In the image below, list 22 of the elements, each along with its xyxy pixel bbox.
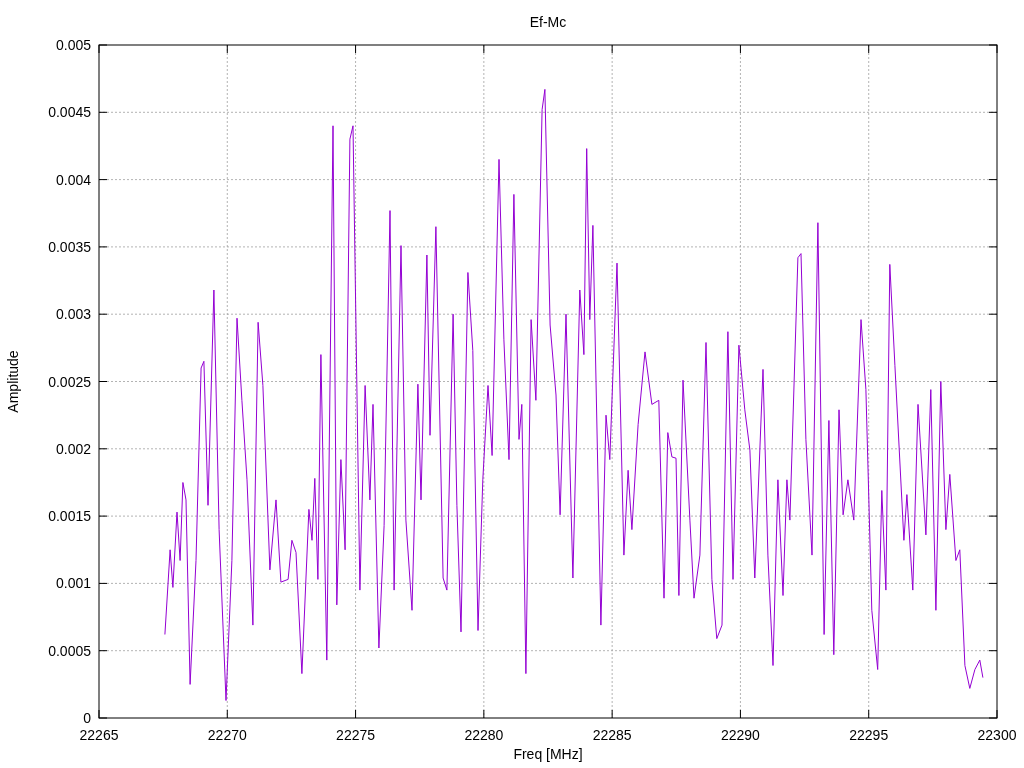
y-tick-label: 0.004 (55, 171, 91, 188)
y-tick-label: 0.0015 (48, 508, 91, 525)
y-axis-label: Amplitude (5, 350, 21, 413)
x-tick-label: 22275 (336, 727, 376, 743)
x-tick-label: 22300 (977, 727, 1017, 743)
y-tick-label: 0.0025 (48, 373, 91, 390)
x-tick-label: 22270 (207, 727, 247, 743)
x-tick-label: 22285 (592, 727, 632, 743)
x-axis-label: Freq [MHz] (513, 746, 583, 762)
x-tick-label: 22280 (464, 727, 504, 743)
y-tick-label: 0.002 (55, 440, 91, 457)
y-tick-label: 0.005 (55, 37, 91, 53)
x-tick-label: 22265 (79, 727, 119, 743)
y-tick-label: 0 (83, 710, 91, 726)
y-tick-label: 0.001 (55, 575, 91, 592)
y-tick-label: 0.003 (55, 306, 91, 323)
y-tick-label: 0.0035 (48, 238, 91, 255)
x-tick-label: 22295 (849, 727, 889, 743)
y-tick-label: 0.0005 (48, 642, 91, 659)
y-tick-label: 0.0045 (48, 104, 91, 121)
x-tick-label: 22290 (720, 727, 760, 743)
chart-title: Ef-Mc (529, 14, 567, 30)
